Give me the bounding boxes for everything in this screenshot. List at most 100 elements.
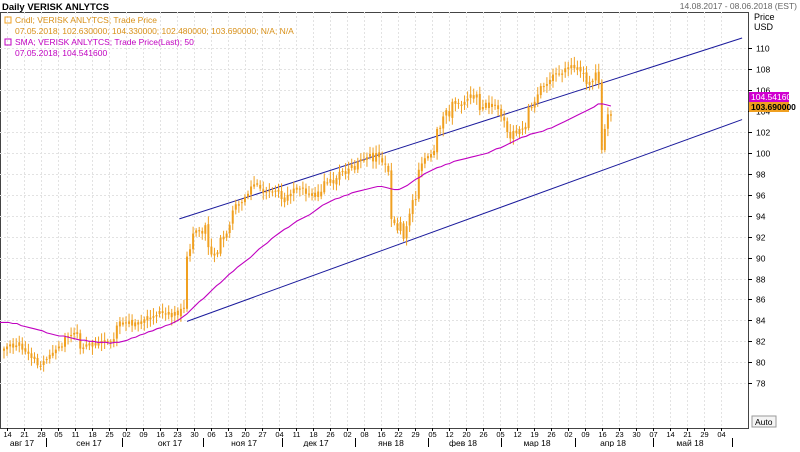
candle-body: [204, 225, 207, 234]
y-tick-label: 86: [756, 295, 766, 305]
candle-body: [118, 321, 121, 327]
candle-body: [576, 67, 579, 70]
candle-body: [329, 179, 332, 183]
candle-body: [283, 197, 286, 203]
candle-body: [533, 101, 536, 108]
candle-body: [494, 104, 497, 106]
candle-body: [417, 169, 420, 199]
x-tick-label: 14: [666, 430, 674, 439]
x-tick-label: 08: [360, 430, 368, 439]
candle-body: [36, 357, 39, 366]
month-label: окт 17: [158, 438, 183, 447]
candle-body: [594, 72, 597, 81]
candle-body: [457, 102, 460, 104]
candle-body: [372, 152, 375, 162]
candle-body: [109, 341, 112, 343]
candle-body: [76, 332, 79, 334]
month-label: авг 17: [10, 438, 34, 447]
price-chart[interactable]: 14 21 28 05 11 18 25 02 09 16 23 30 06 13 20 27 04 11 18 26…: [0, 0, 800, 448]
candle-body: [463, 101, 466, 105]
candle-body: [548, 79, 551, 85]
candle-body: [128, 321, 131, 324]
candle-body: [54, 349, 57, 354]
candle-body: [350, 164, 353, 168]
candle-body: [353, 165, 356, 170]
candle-body: [115, 325, 118, 339]
candle-legend-label: Cndl; VERISK ANLYTCS; Trade Price: [15, 15, 157, 25]
y-tick-label: 110: [756, 44, 770, 54]
candle-body: [234, 204, 237, 210]
candle-body: [161, 311, 164, 314]
candle-body: [243, 196, 246, 203]
candle-body: [512, 131, 515, 139]
candle-body: [27, 351, 30, 354]
candle-body: [179, 308, 182, 317]
candle-body: [112, 339, 115, 343]
candle-body: [57, 346, 60, 349]
candle-body: [189, 249, 192, 257]
candle-body: [79, 333, 82, 349]
candle-body: [509, 131, 512, 139]
candle-body: [164, 313, 167, 315]
month-label: дек 17: [303, 438, 328, 447]
candle-body: [9, 344, 12, 347]
candle-body: [378, 152, 381, 158]
candle-body: [182, 307, 185, 309]
candle-body: [228, 225, 231, 233]
candle-body: [451, 101, 454, 118]
candle-body: [85, 344, 88, 347]
y-tick-label: 94: [756, 212, 766, 222]
candle-body: [469, 94, 472, 98]
candle-body: [448, 111, 451, 117]
candle-body: [173, 311, 176, 316]
candle-body: [253, 184, 256, 187]
candle-body: [402, 223, 405, 239]
month-label: апр 18: [600, 438, 626, 447]
candle-body: [289, 193, 292, 197]
candle-body: [442, 116, 445, 129]
x-tick-label: 09: [581, 430, 589, 439]
candle-body: [134, 322, 137, 327]
candle-body: [591, 80, 594, 83]
candle-body: [308, 193, 310, 195]
sma-legend-values: 07.05.2018; 104.541600: [15, 48, 107, 58]
x-tick-label: 02: [343, 430, 351, 439]
x-axis: 14 21 28 05 11 18 25 02 09 16 23 30 06 13 20 27 04 11 18 26…: [3, 428, 733, 448]
candle-body: [146, 316, 149, 321]
candle-body: [137, 322, 140, 325]
candle-body: [414, 199, 417, 201]
candle-body: [222, 236, 225, 240]
candle-body: [256, 183, 259, 185]
candle-body: [585, 72, 588, 85]
candle-body: [527, 107, 530, 129]
candle-body: [399, 222, 402, 231]
candle-body: [91, 342, 94, 347]
y-tick-label: 78: [756, 379, 766, 389]
candle-body: [588, 81, 591, 85]
candle-body: [396, 223, 399, 231]
candle-body: [558, 73, 561, 75]
candle-body: [524, 126, 527, 130]
candle-body: [271, 191, 274, 193]
candle-body: [210, 246, 213, 255]
month-label: фев 18: [449, 438, 477, 447]
candle-body: [158, 310, 161, 314]
channel-lower-line: [186, 119, 743, 322]
auto-scale-button[interactable]: Auto: [751, 415, 777, 428]
candle-body: [497, 105, 500, 110]
candle-body: [82, 347, 85, 350]
month-label: май 18: [676, 438, 703, 447]
y-tick-label: 88: [756, 275, 766, 285]
x-tick-label: 28: [37, 430, 45, 439]
candle-body: [295, 187, 298, 190]
candle-body: [539, 86, 542, 96]
candle-body: [64, 337, 66, 347]
candle-body: [18, 342, 21, 346]
y-tick-label: 96: [756, 191, 766, 201]
candle-body: [567, 67, 570, 70]
candle-body: [149, 317, 152, 320]
candle-body: [491, 103, 493, 107]
candle-body: [606, 114, 609, 129]
candle-body: [481, 107, 484, 110]
candle-body: [3, 348, 5, 351]
